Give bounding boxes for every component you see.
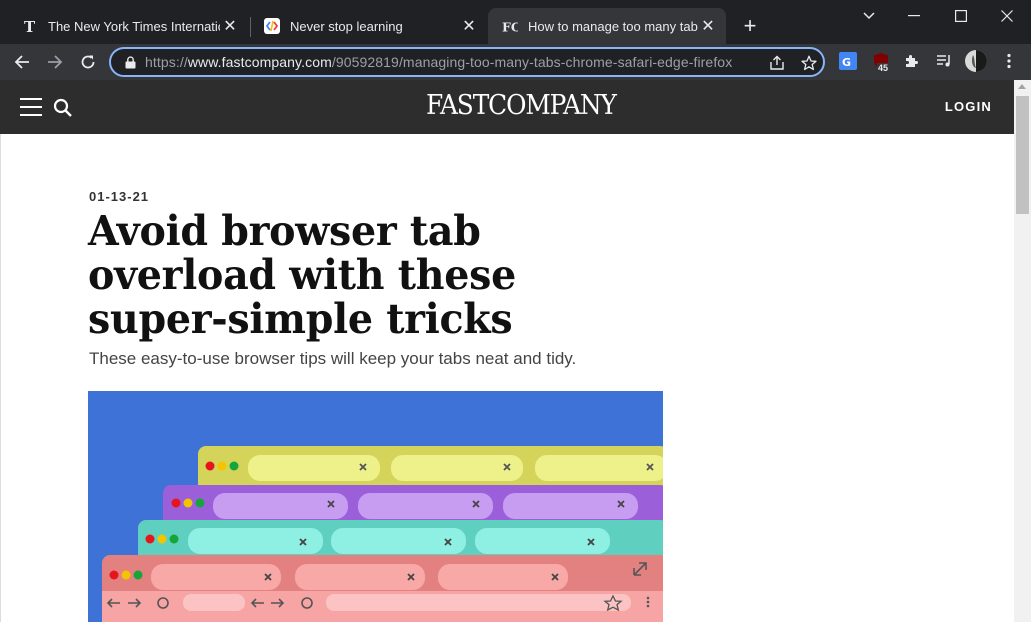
lock-icon[interactable]	[123, 55, 137, 69]
tab-title: The New York Times International	[48, 18, 220, 34]
close-window-button[interactable]	[984, 0, 1030, 32]
tab-strip: T The New York Times International ✕ Nev…	[0, 0, 1031, 44]
forward-button[interactable]	[43, 50, 67, 74]
address-bar[interactable]: https://www.fastcompany.com/90592819/man…	[109, 47, 825, 77]
close-icon	[1001, 10, 1013, 22]
new-tab-button[interactable]: +	[738, 13, 762, 38]
profile-avatar[interactable]	[965, 50, 987, 72]
google-translate-icon[interactable]: G	[838, 51, 858, 71]
arrow-left-icon	[14, 55, 29, 69]
back-button[interactable]	[10, 50, 34, 74]
url-path: /90592819/managing-too-many-tabs-chrome-…	[331, 54, 733, 70]
article-headline: Avoid browser tab overload with these su…	[88, 207, 516, 343]
site-header: FASTCOMPANY LOGIN	[0, 80, 1014, 134]
maximize-button[interactable]	[938, 0, 984, 32]
url-host: www.fastcompany.com	[187, 54, 332, 70]
minimize-icon	[908, 15, 920, 17]
svg-text:FC: FC	[502, 19, 518, 34]
hamburger-menu-icon[interactable]	[20, 98, 42, 116]
svg-text:G: G	[842, 56, 851, 69]
scroll-thumb[interactable]	[1016, 96, 1029, 214]
share-icon[interactable]	[767, 53, 787, 73]
svg-text:T: T	[24, 18, 36, 34]
media-control-icon[interactable]	[934, 51, 954, 71]
kebab-menu-icon[interactable]	[999, 51, 1019, 71]
minimize-button[interactable]	[891, 0, 937, 32]
nyt-favicon: T	[22, 18, 38, 34]
bookmark-star-icon[interactable]	[799, 53, 819, 73]
search-icon[interactable]	[52, 97, 74, 119]
tab-title: Never stop learning	[290, 18, 403, 34]
extensions-puzzle-icon[interactable]	[902, 51, 922, 71]
tab-title: How to manage too many tabs o	[528, 18, 698, 34]
close-icon[interactable]: ✕	[459, 16, 479, 36]
ublock-badge: 45	[877, 63, 890, 73]
page-scrollbar[interactable]	[1014, 80, 1031, 622]
site-logo[interactable]: FASTCOMPANY	[426, 90, 617, 121]
close-icon[interactable]: ✕	[220, 16, 240, 36]
url-scheme: https://	[145, 54, 188, 70]
fastcompany-favicon: FC	[502, 18, 518, 34]
codecademy-favicon	[264, 18, 280, 34]
tab-nyt[interactable]: T The New York Times International ✕	[8, 8, 248, 44]
reload-icon	[81, 55, 95, 69]
browser-toolbar: https://www.fastcompany.com/90592819/man…	[0, 44, 1031, 80]
article-dek: These easy-to-use browser tips will keep…	[89, 349, 577, 368]
tab-fastcompany[interactable]: FC How to manage too many tabs o ✕	[488, 8, 726, 44]
close-icon[interactable]: ✕	[698, 16, 718, 36]
ublock-origin-icon[interactable]: 45	[871, 51, 891, 73]
browser-tabs-illustration	[88, 391, 663, 622]
tab-codecademy[interactable]: Never stop learning ✕	[250, 8, 487, 44]
maximize-icon	[955, 10, 967, 22]
reload-button[interactable]	[76, 50, 100, 74]
tab-search-button[interactable]	[846, 0, 892, 32]
content-left-border	[0, 134, 1, 622]
article-date: 01-13-21	[89, 189, 150, 204]
url-text[interactable]: https://www.fastcompany.com/90592819/man…	[145, 54, 732, 70]
scroll-up-arrow-icon[interactable]	[1018, 84, 1026, 89]
arrow-right-icon	[48, 55, 63, 69]
login-link[interactable]: LOGIN	[945, 99, 992, 114]
hero-image	[88, 391, 663, 622]
chevron-down-icon	[863, 12, 875, 20]
